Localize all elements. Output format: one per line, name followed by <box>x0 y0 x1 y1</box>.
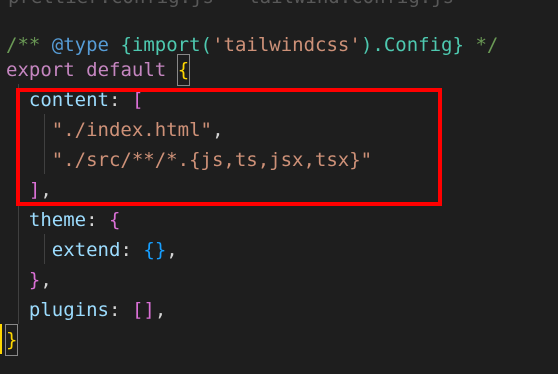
code-token: { <box>176 54 191 86</box>
code-token: , <box>40 269 52 291</box>
code-token: , <box>154 299 167 321</box>
code-token: : <box>86 209 110 231</box>
code-token: [] <box>131 299 155 321</box>
code-token: } <box>28 269 41 291</box>
partial-top-line-text: prettier.config.js • tailwind.config.js <box>8 0 454 12</box>
code-line: } <box>0 324 558 356</box>
code-token: extend <box>51 239 121 261</box>
code-token: default <box>86 59 167 81</box>
indent-guide <box>44 234 45 264</box>
code-token: : <box>120 239 144 261</box>
code-token: {} <box>143 239 167 261</box>
code-line: theme: { <box>0 205 558 235</box>
code-editor[interactable]: prettier.config.js • tailwind.config.js … <box>0 0 558 374</box>
code-line: }, <box>0 265 558 295</box>
code-token: export <box>6 59 75 81</box>
code-token: , <box>166 239 178 261</box>
code-line: extend: {}, <box>0 235 558 265</box>
code-token: } <box>4 324 19 356</box>
code-token: : <box>109 299 132 321</box>
highlight-box <box>16 88 442 206</box>
text-cursor <box>0 324 2 354</box>
code-line: export default { <box>0 54 558 86</box>
partial-top-line: prettier.config.js • tailwind.config.js <box>0 0 558 30</box>
code-token: theme <box>28 209 87 231</box>
code-line: plugins: [], <box>0 295 558 325</box>
code-token: { <box>109 209 121 231</box>
code-token: plugins <box>28 299 109 321</box>
